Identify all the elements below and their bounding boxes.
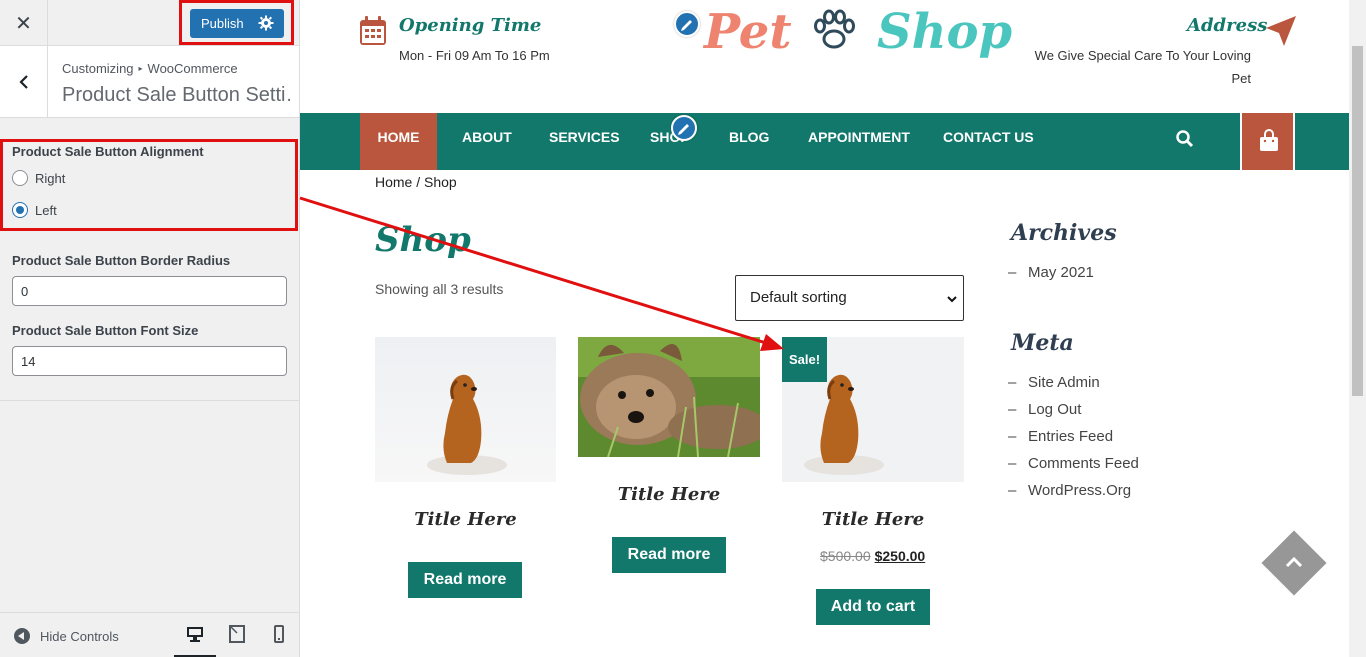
border-radius-label: Product Sale Button Border Radius [12, 253, 231, 268]
logo-text-shop: Shop [876, 4, 1013, 60]
font-size-input[interactable] [12, 346, 287, 376]
paw-icon [814, 9, 856, 48]
publish-button[interactable]: Publish [190, 9, 284, 38]
logo-text-pet: Pet [704, 4, 792, 60]
opening-time-text: Mon - Fri 09 Am To 16 Pm [399, 48, 550, 63]
sort-select-value: Default sorting [750, 289, 847, 306]
radio-right[interactable] [12, 170, 28, 186]
sale-price: $250.00 [874, 548, 926, 564]
pencil-icon [678, 124, 689, 135]
meta-link-site-admin[interactable]: Site Admin [1008, 374, 1100, 391]
address-title: Address [1187, 15, 1268, 36]
product-price: $500.00 $250.00 [820, 548, 925, 564]
collapse-icon [14, 628, 30, 644]
nav-home[interactable]: HOME [360, 113, 437, 170]
pencil-icon [681, 20, 692, 31]
edit-shortcut-logo[interactable] [674, 11, 700, 37]
product-image[interactable] [375, 337, 556, 482]
site-preview: Opening Time Mon - Fri 09 Am To 16 Pm Pe… [300, 0, 1349, 657]
scrollbar-thumb[interactable] [1352, 46, 1363, 396]
product-title[interactable]: Title Here [578, 484, 760, 505]
hide-controls-button[interactable]: Hide Controls [14, 628, 119, 644]
shop-breadcrumb: Home / Shop [375, 174, 457, 190]
nav-services[interactable]: SERVICES [549, 113, 620, 170]
calendar-icon [360, 16, 386, 45]
terrier-photo [578, 337, 760, 457]
page-title: Shop [375, 220, 471, 260]
breadcrumb-section: WooCommerce [147, 61, 238, 76]
gear-icon[interactable] [258, 15, 274, 31]
meta-link-entries-feed[interactable]: Entries Feed [1008, 428, 1113, 445]
mobile-preview-icon[interactable] [270, 625, 288, 643]
archive-link[interactable]: May 2021 [1008, 264, 1094, 281]
meta-link-comments-feed[interactable]: Comments Feed [1008, 455, 1139, 472]
read-more-button[interactable]: Read more [408, 562, 522, 598]
location-arrow-icon [1266, 16, 1296, 46]
nav-appointment[interactable]: APPOINTMENT [808, 113, 910, 170]
main-navigation: HOME ABOUT SERVICES SHOP BLOG APPOINTMEN… [300, 113, 1349, 170]
breadcrumb-root: Customizing [62, 61, 134, 76]
divider [0, 400, 299, 401]
read-more-button[interactable]: Read more [612, 537, 726, 573]
publish-label: Publish [201, 16, 244, 31]
chevron-up-icon [1285, 556, 1303, 568]
close-customizer-button[interactable]: ✕ [0, 0, 48, 46]
shopping-bag-icon [1260, 129, 1278, 151]
search-icon[interactable] [1175, 129, 1195, 149]
sale-badge: Sale! [782, 337, 827, 382]
old-price: $500.00 [820, 548, 871, 564]
radio-left-label: Left [35, 202, 57, 218]
sort-select[interactable]: Default sorting [735, 275, 964, 321]
alignment-option-right[interactable]: Right [12, 170, 65, 186]
close-icon: ✕ [15, 12, 32, 35]
add-to-cart-button[interactable]: Add to cart [816, 589, 930, 625]
scroll-to-top-button[interactable] [1261, 530, 1327, 596]
product-title[interactable]: Title Here [782, 509, 964, 530]
desktop-preview-icon[interactable] [186, 625, 204, 643]
results-count: Showing all 3 results [375, 281, 504, 297]
customizer-sidebar: ✕ Publish Customizing ▸ WooCommerce Prod… [0, 0, 300, 657]
customizer-footer: Hide Controls [0, 612, 299, 657]
font-size-label: Product Sale Button Font Size [12, 323, 199, 338]
radio-right-label: Right [35, 170, 66, 186]
chevron-down-icon [947, 296, 957, 303]
meta-widget-title: Meta [1011, 330, 1074, 356]
address-line2: Pet [1231, 71, 1251, 86]
radio-left[interactable] [12, 202, 28, 218]
preview-scrollbar[interactable] [1349, 0, 1366, 657]
nav-about[interactable]: ABOUT [462, 113, 512, 170]
meta-link-wordpress-org[interactable]: WordPress.Org [1008, 482, 1131, 499]
alignment-label: Product Sale Button Alignment [12, 144, 204, 159]
tablet-preview-icon[interactable] [228, 625, 246, 643]
section-title: Product Sale Button Setti… [62, 84, 290, 106]
dog-photo [375, 337, 556, 482]
hide-controls-label: Hide Controls [40, 628, 119, 644]
archives-widget-title: Archives [1011, 220, 1117, 246]
section-header: Customizing ▸ WooCommerce Product Sale But… [0, 46, 299, 118]
back-button[interactable] [0, 46, 48, 118]
site-logo[interactable]: Pet Shop [704, 4, 1012, 60]
border-radius-input[interactable] [12, 276, 287, 306]
nav-blog[interactable]: BLOG [729, 113, 769, 170]
product-image[interactable] [578, 337, 760, 457]
address-line1: We Give Special Care To Your Loving [1034, 48, 1251, 63]
meta-link-log-out[interactable]: Log Out [1008, 401, 1082, 418]
cart-button[interactable] [1240, 113, 1295, 170]
edit-shortcut-menu[interactable] [671, 115, 697, 141]
opening-time-title: Opening Time [399, 15, 542, 36]
product-title[interactable]: Title Here [375, 509, 556, 530]
nav-contact-us[interactable]: CONTACT US [943, 113, 1034, 170]
breadcrumb-separator-icon: ▸ [138, 64, 143, 73]
customizer-breadcrumb: Customizing ▸ WooCommerce [62, 61, 238, 76]
alignment-option-left[interactable]: Left [12, 202, 57, 218]
chevron-left-icon [18, 75, 28, 89]
